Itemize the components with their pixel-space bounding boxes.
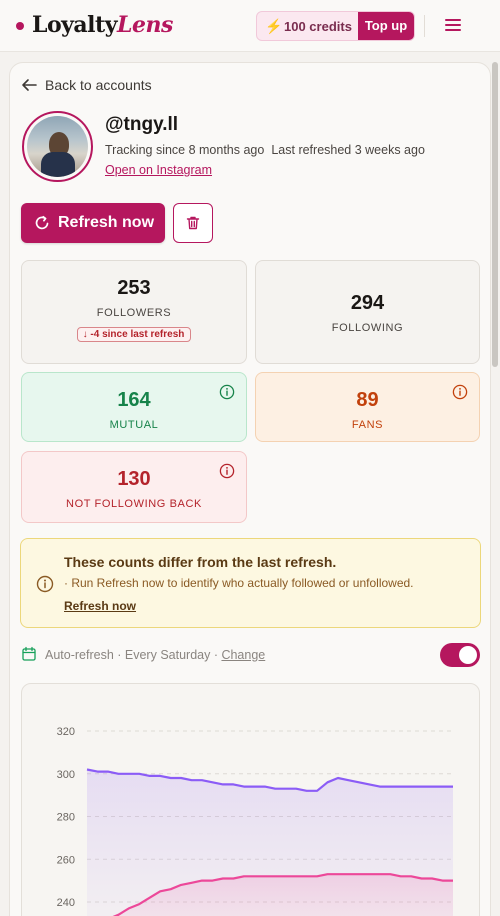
refresh-icon [35, 215, 49, 230]
following-tile[interactable]: 294 FOLLOWING [255, 260, 480, 364]
scrollbar[interactable] [492, 62, 498, 367]
header-divider [424, 15, 425, 37]
profile-meta: Tracking since 8 months ago Last refreshe… [105, 143, 425, 157]
tracking-since: Tracking since 8 months ago [105, 143, 265, 157]
auto-refresh-row: Auto-refresh · Every Saturday · Change [21, 645, 481, 665]
top-up-button[interactable]: Top up [358, 12, 414, 40]
last-refreshed: Last refreshed 3 weeks ago [271, 143, 425, 157]
info-icon [36, 575, 54, 593]
brand-main: Loyalty [32, 12, 117, 38]
username: @tngy.ll [105, 114, 179, 135]
y-tick-label: 260 [57, 854, 75, 866]
mutual-label: MUTUAL [109, 419, 159, 431]
fans-tile[interactable]: 89 FANS [255, 372, 480, 442]
back-to-accounts-link[interactable]: Back to accounts [20, 76, 152, 94]
credits-count: 100 credits [284, 19, 352, 34]
app-header: LoyaltyLens ⚡ 100 credits Top up [0, 0, 500, 52]
fans-label: FANS [351, 419, 384, 431]
calendar-icon [22, 646, 36, 661]
history-chart: 320 300 280 260 240 [21, 683, 480, 916]
trash-icon [186, 216, 200, 230]
credits-pill: ⚡ 100 credits Top up [256, 11, 415, 41]
avatar-photo [27, 116, 88, 177]
auto-refresh-text: Auto-refresh · Every Saturday · [45, 648, 222, 662]
change-schedule-link[interactable]: Change [221, 648, 265, 662]
followers-count: 253 [117, 277, 151, 299]
mutual-tile[interactable]: 164 MUTUAL [21, 372, 247, 442]
fans-count: 89 [356, 389, 379, 411]
y-tick-label: 240 [57, 897, 75, 909]
avatar [22, 111, 93, 182]
y-tick-label: 300 [57, 769, 75, 781]
not-following-back-label: NOT FOLLOWING BACK [66, 498, 202, 510]
y-tick-label: 320 [57, 726, 75, 738]
arrow-left-icon [22, 79, 37, 91]
info-icon[interactable] [219, 463, 235, 479]
refresh-now-button[interactable]: Refresh now [21, 203, 165, 243]
lightning-bolt-icon: ⚡ [265, 18, 283, 34]
counts-differ-alert: These counts differ from the last refres… [20, 538, 481, 628]
back-label: Back to accounts [45, 77, 152, 93]
delete-account-button[interactable] [173, 203, 213, 243]
mutual-count: 164 [117, 389, 151, 411]
hamburger-menu-icon[interactable] [445, 19, 461, 33]
followers-tile[interactable]: 253 FOLLOWERS ↓ -4 since last refresh [21, 260, 247, 364]
alert-body: · Run Refresh now to identify who actual… [64, 576, 414, 590]
info-icon[interactable] [452, 384, 468, 400]
brand-logo[interactable]: LoyaltyLens [32, 12, 173, 38]
alert-title: These counts differ from the last refres… [64, 554, 337, 570]
brand-dot [16, 22, 24, 30]
not-following-back-count: 130 [117, 468, 151, 490]
info-icon[interactable] [219, 384, 235, 400]
refresh-now-label: Refresh now [58, 214, 155, 231]
toggle-knob [459, 646, 477, 664]
not-following-back-tile[interactable]: 130 NOT FOLLOWING BACK [21, 451, 247, 523]
y-tick-label: 280 [57, 812, 75, 824]
auto-refresh-toggle[interactable] [440, 643, 480, 667]
following-count: 294 [350, 292, 385, 314]
followers-delta-badge: ↓ -4 since last refresh [76, 327, 192, 342]
open-instagram-link[interactable]: Open on Instagram [105, 163, 212, 177]
history-chart-svg: 320 300 280 260 240 [57, 726, 453, 916]
brand-accent: Lens [116, 12, 173, 38]
following-label: FOLLOWING [331, 322, 404, 334]
followers-delta-text: -4 since last refresh [90, 329, 185, 340]
followers-label: FOLLOWERS [96, 307, 172, 319]
alert-refresh-link[interactable]: Refresh now [64, 599, 136, 613]
